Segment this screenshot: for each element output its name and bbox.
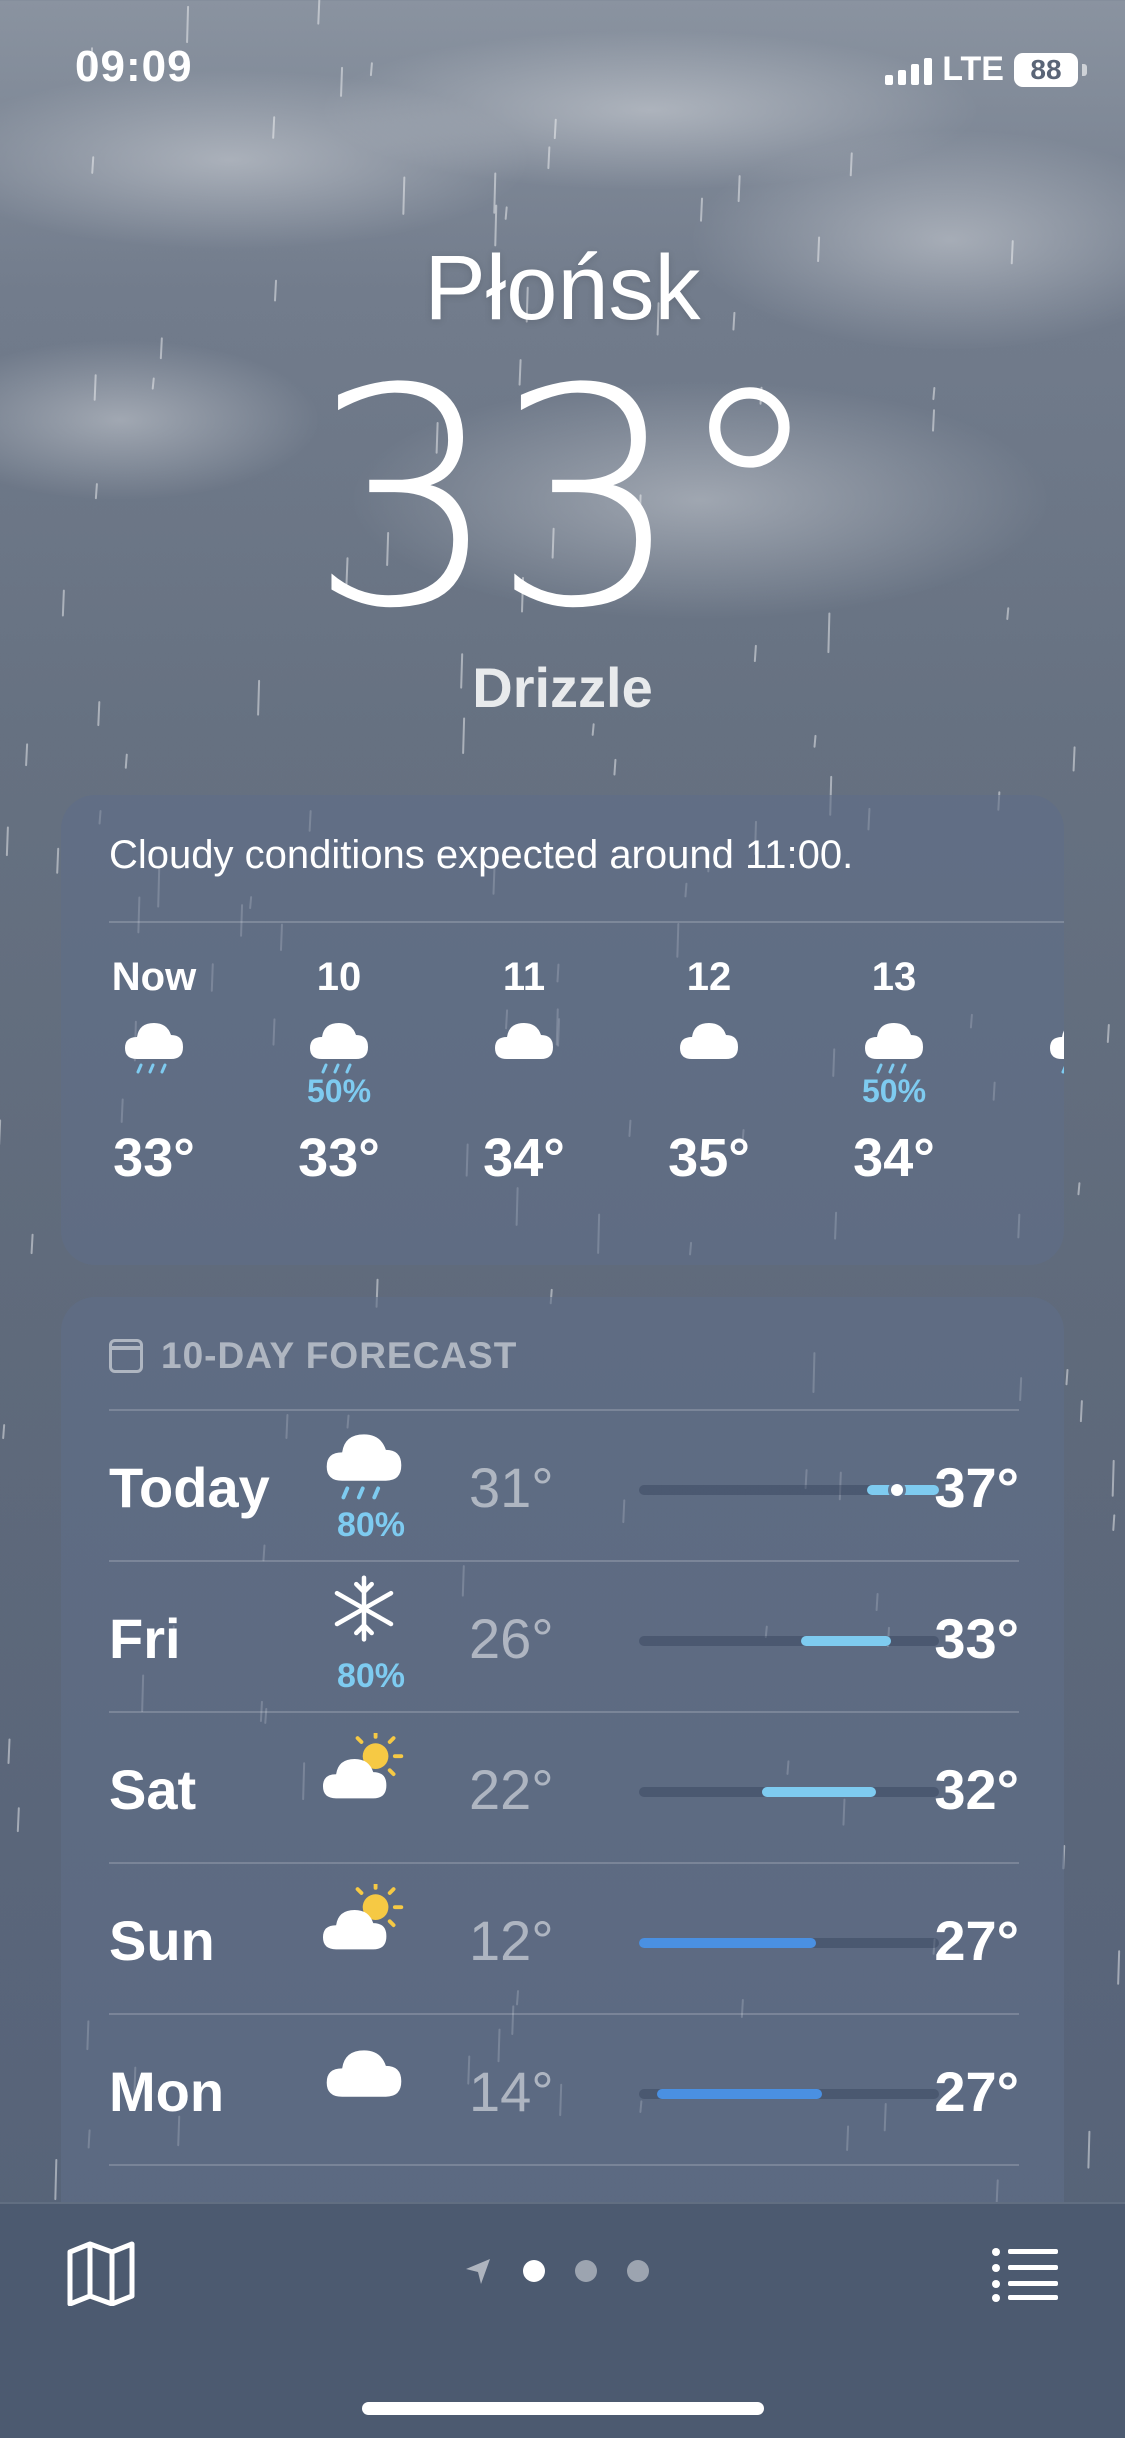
cloud-icon <box>319 2035 429 2145</box>
hour-label: 10 <box>274 955 404 1011</box>
day-label: Mon <box>109 2059 224 2124</box>
hour-temp: 34° <box>829 1127 959 1189</box>
hourly-summary: Cloudy conditions expected around 11:00. <box>109 833 853 878</box>
forecast-row[interactable]: Fri 80% 26° 33° <box>109 1560 1019 1712</box>
hour-temp: 35° <box>644 1127 774 1189</box>
status-indicators: LTE 88 <box>885 50 1087 89</box>
rain-icon: 50% <box>829 1011 959 1101</box>
hour-label: 13 <box>829 955 959 1011</box>
temperature-range-fill <box>639 1938 816 1948</box>
battery-level: 88 <box>1030 54 1061 86</box>
temperature-range-bar <box>639 1485 939 1495</box>
hourly-item: 1050%33° <box>274 955 404 1189</box>
forecast-row[interactable]: Sun 12° 27° <box>109 1862 1019 2014</box>
day-high: 27° <box>934 2059 1019 2124</box>
current-temperature: 33° <box>0 350 1125 650</box>
cloud-icon <box>459 1011 589 1101</box>
temperature-range-bar <box>639 1938 939 1948</box>
bottom-toolbar <box>0 2202 1125 2438</box>
day-high: 37° <box>934 1455 1019 1520</box>
divider <box>109 2164 1019 2166</box>
ten-day-title: 10-DAY FORECAST <box>161 1335 517 1377</box>
temperature-range-fill <box>867 1485 939 1495</box>
temperature-range-bar <box>639 2089 939 2099</box>
temperature-range-fill <box>762 1787 876 1797</box>
temperature-range-fill <box>657 2089 822 2099</box>
temperature-range-bar <box>639 1787 939 1797</box>
day-precip: 80% <box>311 1506 431 1545</box>
hourly-item: 12 35° <box>644 955 774 1189</box>
status-time: 09:09 <box>75 42 193 92</box>
signal-icon <box>885 55 932 85</box>
forecast-row[interactable]: Today 80% 31° 37° <box>109 1409 1019 1561</box>
list-icon[interactable] <box>990 2246 1060 2302</box>
day-high: 27° <box>934 1908 1019 1973</box>
battery-icon: 88 <box>1014 53 1078 87</box>
hour-precip: 50% <box>829 1073 959 1110</box>
hourly-item: 1350%34° <box>829 955 959 1189</box>
current-condition: Drizzle <box>0 655 1125 720</box>
day-label: Today <box>109 1455 270 1520</box>
day-low: 31° <box>469 1455 554 1520</box>
hourly-item: Now 33° <box>89 955 219 1189</box>
hour-temp: 34° <box>459 1127 589 1189</box>
forecast-row[interactable]: Mon 14° 27° <box>109 2013 1019 2165</box>
home-indicator[interactable] <box>362 2402 764 2415</box>
page-dot-1[interactable] <box>523 2260 545 2282</box>
map-icon[interactable] <box>66 2240 136 2306</box>
day-low: 14° <box>469 2059 554 2124</box>
network-type: LTE <box>942 50 1004 89</box>
hour-temp: 3 <box>1014 1127 1064 1189</box>
day-label: Fri <box>109 1606 181 1671</box>
hourly-forecast-card[interactable]: Cloudy conditions expected around 11:00.… <box>61 795 1064 1265</box>
hour-label: 12 <box>644 955 774 1011</box>
day-low: 12° <box>469 1908 554 1973</box>
temperature-range-bar <box>639 1636 939 1646</box>
temperature-range-fill <box>801 1636 891 1646</box>
day-low: 22° <box>469 1757 554 1822</box>
battery-tip <box>1082 64 1087 76</box>
hourly-list[interactable]: Now33°1050%33°1134°1235°1350%34°14(3 <box>109 955 1064 1245</box>
status-bar: 09:09 LTE 88 <box>0 0 1125 130</box>
location-arrow-icon[interactable] <box>463 2256 493 2286</box>
divider <box>109 921 1064 923</box>
hour-temp: 33° <box>89 1127 219 1189</box>
page-dot-3[interactable] <box>627 2260 649 2282</box>
hourly-item: 11 34° <box>459 955 589 1189</box>
drizzle-icon <box>89 1011 219 1101</box>
partly-sunny-icon <box>319 1733 429 1843</box>
day-low: 26° <box>469 1606 554 1671</box>
hourly-item: 14(3 <box>1014 955 1064 1189</box>
hour-precip: 4( <box>1014 1073 1064 1110</box>
ten-day-header: 10-DAY FORECAST <box>109 1335 517 1377</box>
hour-label: 1 <box>1014 955 1064 1011</box>
hour-label: 11 <box>459 955 589 1011</box>
rain-icon: 4( <box>1014 1011 1064 1101</box>
current-temp-marker <box>891 1484 903 1496</box>
day-label: Sun <box>109 1908 215 1973</box>
hour-precip: 50% <box>274 1073 404 1110</box>
ten-day-forecast-card[interactable]: 10-DAY FORECAST Today 80% 31° 37° Fri 80% 26° 3… <box>61 1297 1064 2257</box>
partly-sunny-icon <box>319 1884 429 1994</box>
cloud-icon <box>644 1011 774 1101</box>
calendar-icon <box>109 1339 143 1373</box>
hour-label: Now <box>89 955 219 1011</box>
page-indicator[interactable] <box>463 2256 649 2286</box>
hour-temp: 33° <box>274 1127 404 1189</box>
day-label: Sat <box>109 1757 196 1822</box>
day-precip: 80% <box>311 1657 431 1696</box>
day-high: 33° <box>934 1606 1019 1671</box>
day-high: 32° <box>934 1757 1019 1822</box>
forecast-row[interactable]: Sat 22° 32° <box>109 1711 1019 1863</box>
rain-icon: 50% <box>274 1011 404 1101</box>
page-dot-2[interactable] <box>575 2260 597 2282</box>
